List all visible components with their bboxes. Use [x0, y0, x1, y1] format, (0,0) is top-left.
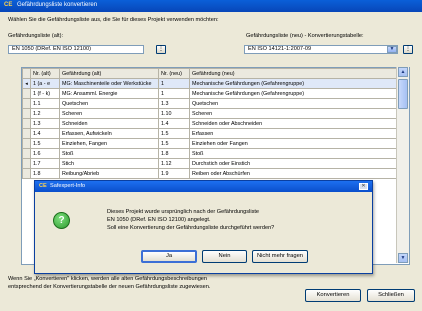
cell-nr-alt[interactable]: 1 (f - k)	[30, 88, 60, 99]
old-list-field[interactable]: EN 1050 (DRef. EN ISO 12100)	[8, 45, 144, 54]
cell-gefaehrdung-alt[interactable]: Reibung/Abrieb	[59, 168, 159, 179]
cell-gefaehrdung-alt[interactable]: Einziehen, Fangen	[59, 138, 159, 149]
column-header-gefaehrdung-alt[interactable]: Gefährdung (alt)	[59, 68, 159, 79]
cell-nr-alt[interactable]: 1.5	[30, 138, 60, 149]
dialog-message-line-1: Dieses Projekt wurde ursprünglich nach d…	[107, 209, 260, 215]
dialog-app-icon: CE	[39, 183, 47, 189]
never-ask-button[interactable]: Nicht mehr fragen	[252, 250, 308, 263]
table-vertical-scrollbar[interactable]: ▲ ▼	[396, 67, 409, 263]
cell-gefaehrdung-neu[interactable]: Stoß	[189, 148, 407, 159]
table-row[interactable]: ◂ 1 (a - e MG: Maschinenteile oder Werks…	[22, 78, 407, 89]
cell-nr-alt[interactable]: 1.7	[30, 158, 60, 169]
cell-nr-neu[interactable]: 1.10	[158, 108, 190, 119]
cell-gefaehrdung-alt[interactable]: Stich	[59, 158, 159, 169]
cell-gefaehrdung-neu[interactable]: Durchstich oder Einstich	[189, 158, 407, 169]
table-row[interactable]: 1.8 Reibung/Abrieb 1.9 Reiben oder Absch…	[22, 168, 407, 179]
footer-text-line-1: Wenn Sie „Konvertieren" klicken, werden …	[8, 276, 208, 282]
cell-gefaehrdung-alt[interactable]: Scheren	[59, 108, 159, 119]
dialog-title: Safexpert-Info	[50, 183, 86, 189]
table-header: Nr. (alt) Gefährdung (alt) Nr. (neu) Gef…	[22, 68, 407, 79]
cell-gefaehrdung-alt[interactable]: Quetschen	[59, 98, 159, 109]
close-button[interactable]: Schließen	[367, 289, 415, 302]
row-header	[22, 168, 31, 179]
cell-gefaehrdung-neu[interactable]: Scheren	[189, 108, 407, 119]
cell-nr-neu[interactable]: 1	[158, 88, 190, 99]
scroll-thumb[interactable]	[398, 79, 408, 109]
cell-gefaehrdung-neu[interactable]: Schneiden oder Abschneiden	[189, 118, 407, 129]
dialog-close-icon[interactable]: ✕	[359, 183, 368, 190]
row-header	[22, 158, 31, 169]
cell-nr-neu[interactable]: 1.9	[158, 168, 190, 179]
conversion-grid: Nr. (alt) Gefährdung (alt) Nr. (neu) Gef…	[22, 68, 407, 179]
cell-gefaehrdung-alt[interactable]: Schneiden	[59, 118, 159, 129]
cell-gefaehrdung-neu[interactable]: Einziehen oder Fangen	[189, 138, 407, 149]
cell-nr-alt[interactable]: 1.6	[30, 148, 60, 159]
cell-nr-neu[interactable]: 1	[158, 78, 190, 89]
cell-nr-neu[interactable]: 1.3	[158, 98, 190, 109]
table-row[interactable]: 1.5 Einziehen, Fangen 1.5 Einziehen oder…	[22, 138, 407, 149]
cell-nr-alt[interactable]: 1 (a - e	[30, 78, 60, 89]
no-button[interactable]: Nein	[202, 250, 247, 263]
column-header-nr-neu[interactable]: Nr. (neu)	[158, 68, 190, 79]
cell-nr-neu[interactable]: 1.5	[158, 138, 190, 149]
dialog-title-bar: CE Safexpert-Info ✕	[35, 181, 372, 192]
row-header	[22, 118, 31, 129]
cell-gefaehrdung-neu[interactable]: Mechanische Gefährdungen (Gefahrengruppe…	[189, 88, 407, 99]
column-header-gefaehrdung-neu[interactable]: Gefährdung (neu)	[189, 68, 407, 79]
row-header	[22, 138, 31, 149]
row-header	[22, 98, 31, 109]
new-list-browse-button[interactable]: ⋮	[403, 45, 413, 54]
intro-text: Wählen Sie die Gefährdungsliste aus, die…	[8, 17, 219, 23]
row-header-corner	[22, 68, 31, 79]
cell-nr-alt[interactable]: 1.1	[30, 98, 60, 109]
cell-nr-neu[interactable]: 1.4	[158, 118, 190, 129]
app-icon: CE	[4, 2, 13, 8]
cell-gefaehrdung-alt[interactable]: Erfassen, Aufwickeln	[59, 128, 159, 139]
cell-nr-neu[interactable]: 1.12	[158, 158, 190, 169]
cell-nr-alt[interactable]: 1.4	[30, 128, 60, 139]
chevron-down-icon[interactable]: ▼	[387, 46, 397, 53]
info-dialog: CE Safexpert-Info ✕ ? Dieses Projekt wur…	[34, 180, 373, 274]
convert-list-window: CE Gefährdungsliste konvertieren Wählen …	[0, 0, 422, 311]
cell-nr-alt[interactable]: 1.8	[30, 168, 60, 179]
old-list-browse-button[interactable]: ⋮	[156, 45, 166, 54]
new-list-label: Gefährdungsliste (neu) - Konvertierungst…	[246, 33, 364, 39]
cell-gefaehrdung-neu[interactable]: Reiben oder Abschürfen	[189, 168, 407, 179]
cell-gefaehrdung-alt[interactable]: MG: Ansamml. Energie	[59, 88, 159, 99]
table-row[interactable]: 1.7 Stich 1.12 Durchstich oder Einstich	[22, 158, 407, 169]
column-header-nr-alt[interactable]: Nr. (alt)	[30, 68, 60, 79]
footer-text-line-2: entsprechend der Konvertierungstabelle d…	[8, 284, 211, 290]
cell-gefaehrdung-neu[interactable]: Erfassen	[189, 128, 407, 139]
table-row[interactable]: 1.1 Quetschen 1.3 Quetschen	[22, 98, 407, 109]
convert-button[interactable]: Konvertieren	[305, 289, 361, 302]
cell-gefaehrdung-neu[interactable]: Mechanische Gefährdungen (Gefahrengruppe…	[189, 78, 407, 89]
yes-button[interactable]: Ja	[141, 250, 197, 263]
table-row[interactable]: 1.3 Schneiden 1.4 Schneiden oder Abschne…	[22, 118, 407, 129]
current-row-marker-icon: ◂	[22, 78, 31, 89]
cell-nr-alt[interactable]: 1.3	[30, 118, 60, 129]
title-bar: CE Gefährdungsliste konvertieren	[0, 0, 422, 12]
cell-gefaehrdung-alt[interactable]: MG: Maschinenteile oder Werkstücke	[59, 78, 159, 89]
cell-nr-neu[interactable]: 1.5	[158, 128, 190, 139]
row-header	[22, 88, 31, 99]
dialog-message-line-2: EN 1050 (DRef. EN ISO 12100) angelegt.	[107, 217, 211, 223]
new-list-select[interactable]: EN ISO 14121-1:2007-09	[244, 45, 398, 54]
cell-nr-neu[interactable]: 1.8	[158, 148, 190, 159]
row-header	[22, 108, 31, 119]
table-row[interactable]: 1.4 Erfassen, Aufwickeln 1.5 Erfassen	[22, 128, 407, 139]
table-row[interactable]: 1.6 Stoß 1.8 Stoß	[22, 148, 407, 159]
old-list-label: Gefährdungsliste (alt):	[8, 33, 64, 39]
cell-gefaehrdung-neu[interactable]: Quetschen	[189, 98, 407, 109]
row-header	[22, 128, 31, 139]
cell-gefaehrdung-alt[interactable]: Stoß	[59, 148, 159, 159]
scroll-down-icon[interactable]: ▼	[398, 253, 408, 263]
cell-nr-alt[interactable]: 1.2	[30, 108, 60, 119]
table-row[interactable]: 1 (f - k) MG: Ansamml. Energie 1 Mechani…	[22, 88, 407, 99]
window-title: Gefährdungsliste konvertieren	[17, 2, 98, 8]
scroll-up-icon[interactable]: ▲	[398, 67, 408, 77]
dialog-message-line-3: Soll eine Konvertierung der Gefährdungsl…	[107, 225, 275, 231]
row-header	[22, 148, 31, 159]
question-icon: ?	[53, 212, 70, 229]
table-row[interactable]: 1.2 Scheren 1.10 Scheren	[22, 108, 407, 119]
